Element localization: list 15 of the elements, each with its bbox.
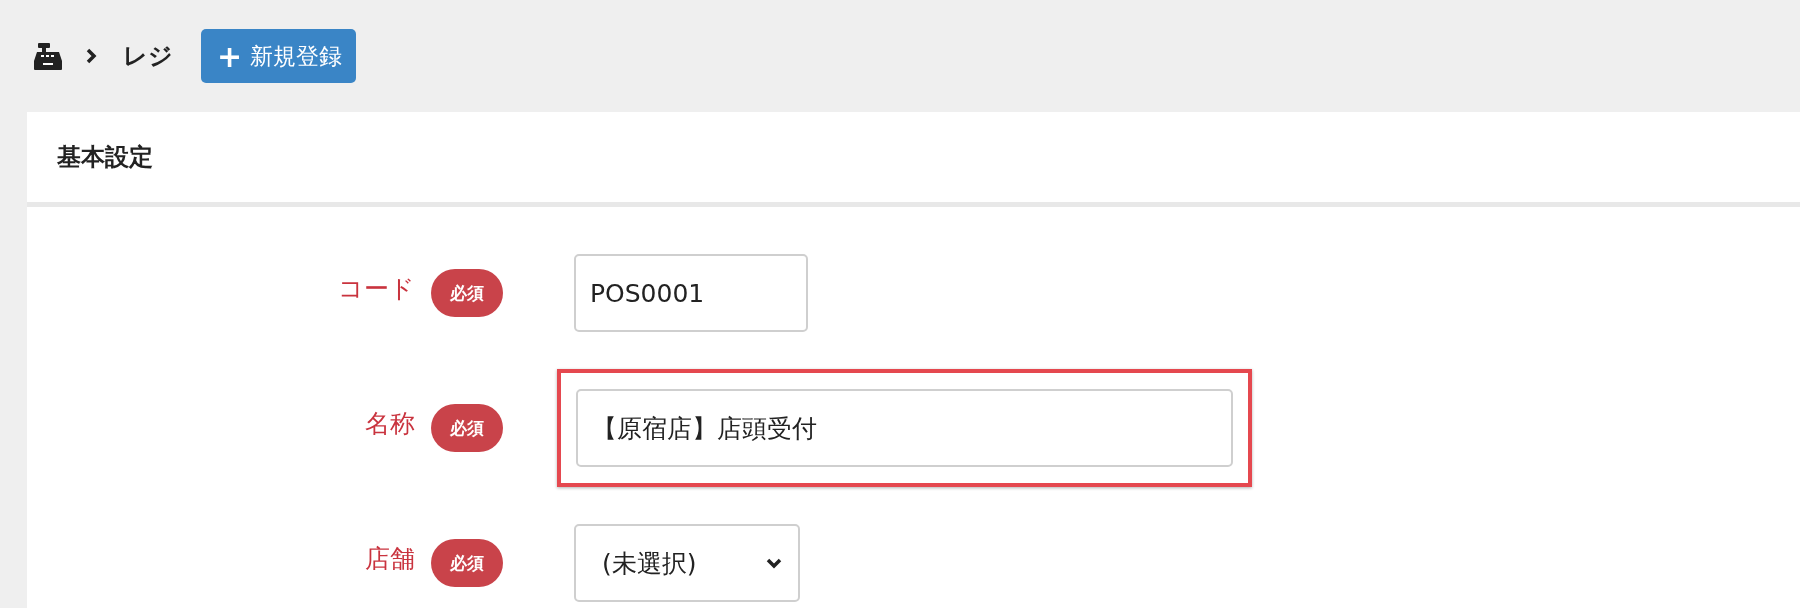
new-registration-button[interactable]: + 新規登録 [201,29,357,83]
field-label: 名称 [365,407,415,440]
chevron-right-icon [85,48,97,64]
field-label: コード [338,272,415,305]
required-badge: 必須 [431,539,503,587]
store-select[interactable]: (未選択) [574,524,800,602]
field-label: 店舗 [365,542,415,575]
required-badge: 必須 [431,269,503,317]
section-title: 基本設定 [57,142,153,173]
breadcrumb-current: レジ [123,41,173,72]
text-field[interactable]: 【原宿店】店頭受付 [576,389,1233,467]
required-badge: 必須 [431,404,503,452]
cash-register-icon [33,42,63,70]
chevron-down-icon [766,557,782,569]
text-field[interactable]: POS0001 [574,254,808,332]
